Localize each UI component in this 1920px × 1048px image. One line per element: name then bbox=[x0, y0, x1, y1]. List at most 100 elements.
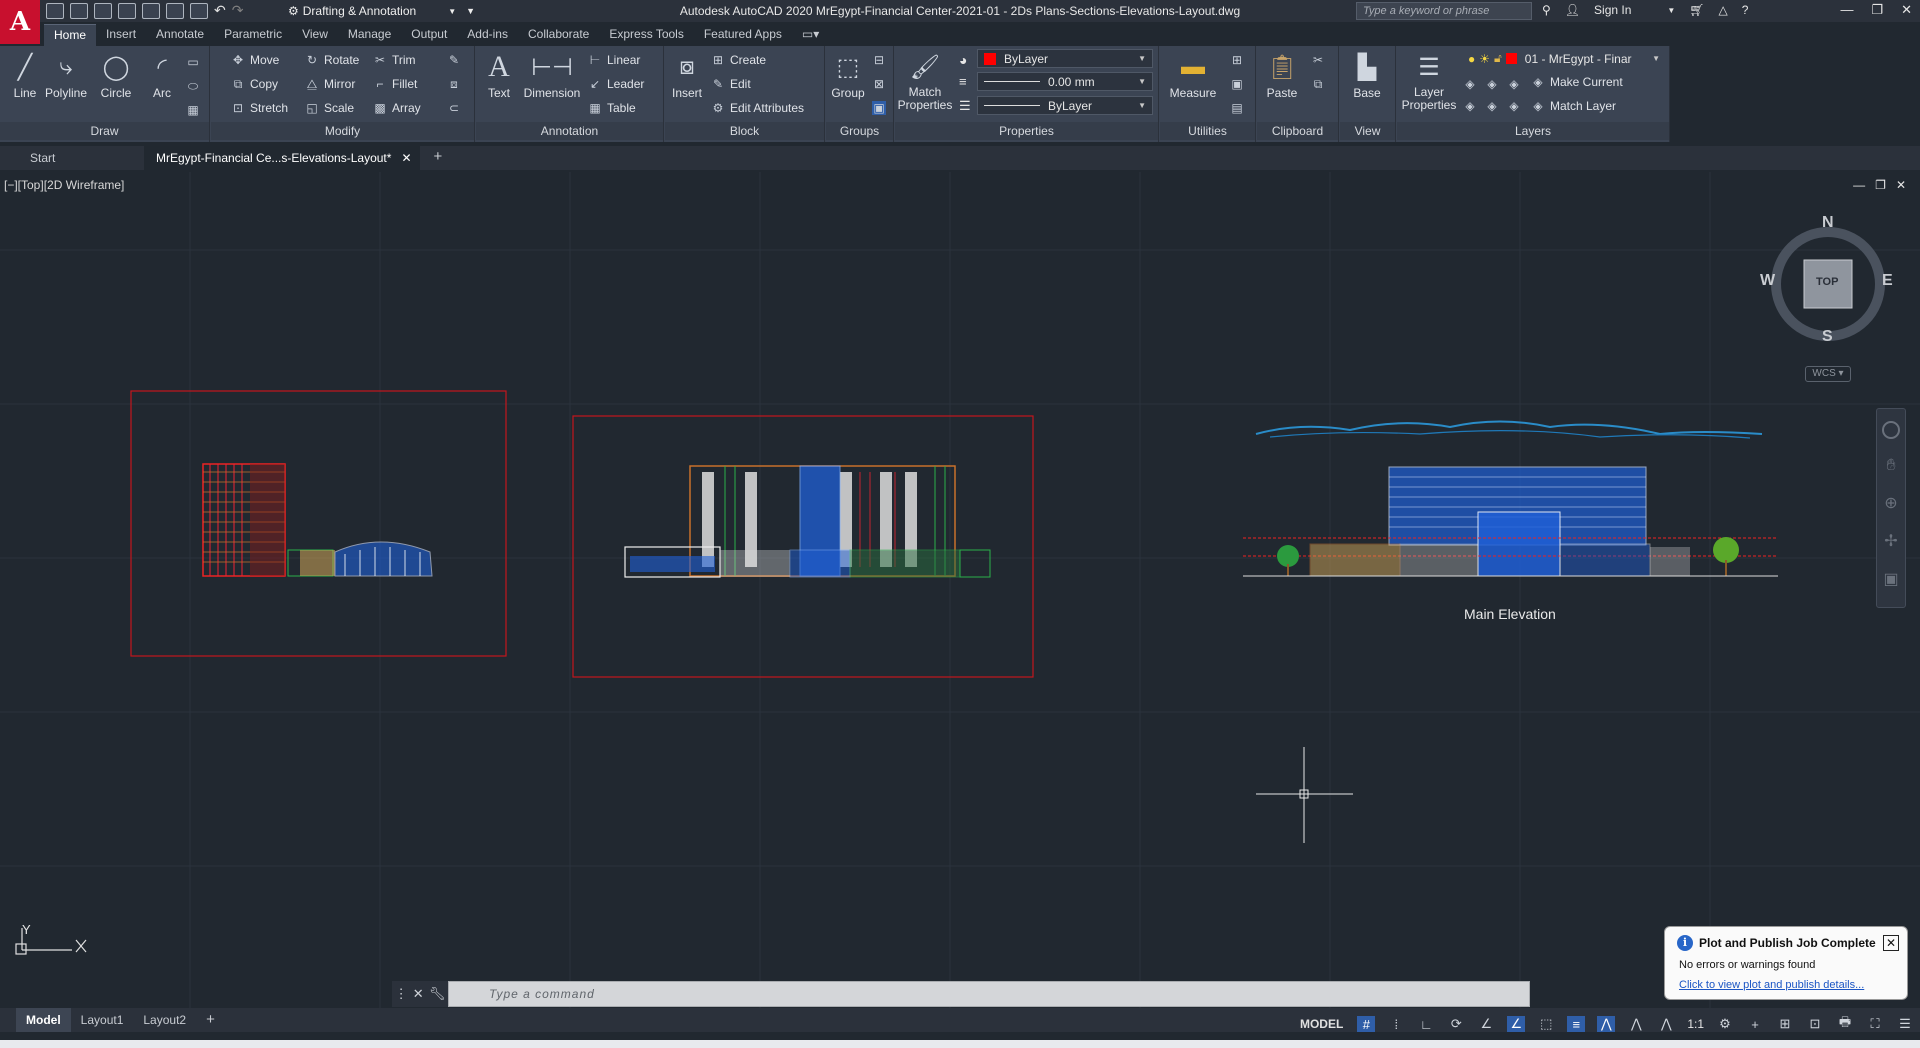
linetype-dropdown[interactable]: ByLayer ▼ bbox=[977, 96, 1153, 115]
array-button[interactable]: ▩ Array bbox=[373, 98, 420, 118]
circle-button[interactable]: ◯ Circle bbox=[92, 50, 140, 101]
ribbon-display-toggle-icon[interactable]: ▭▾ bbox=[792, 24, 829, 46]
lineweight-dropdown[interactable]: 0.00 mm ▼ bbox=[977, 72, 1153, 91]
new-tab-button[interactable]: + bbox=[420, 146, 459, 170]
viewcube-top-face[interactable]: TOP bbox=[1816, 276, 1838, 288]
clean-screen-icon[interactable]: ⛶ bbox=[1866, 1016, 1884, 1032]
copy-clip-icon[interactable]: ⧉ bbox=[1311, 74, 1325, 94]
viewport-controls-label[interactable]: [−][Top][2D Wireframe] bbox=[4, 178, 124, 192]
cart-icon[interactable]: 🛒︎ bbox=[1689, 3, 1704, 17]
viewcube[interactable]: N S E W TOP bbox=[1758, 214, 1898, 354]
orbit-icon[interactable]: ✢ bbox=[1877, 531, 1905, 551]
new-file-icon[interactable] bbox=[46, 2, 64, 19]
measure-button[interactable]: ▬ Measure bbox=[1162, 50, 1224, 100]
panel-title-block[interactable]: Block bbox=[665, 122, 824, 140]
layer-isolate-icon[interactable]: ◈ bbox=[1485, 74, 1499, 94]
group-select-icon[interactable]: ▣ bbox=[872, 98, 886, 118]
redo-icon[interactable]: ↷ bbox=[232, 2, 244, 19]
zoom-extents-icon[interactable]: ⊕ bbox=[1877, 493, 1905, 513]
erase-icon[interactable]: ✎ bbox=[447, 50, 461, 70]
save-web-icon[interactable] bbox=[166, 2, 184, 19]
tab-annotate[interactable]: Annotate bbox=[146, 24, 214, 46]
text-button[interactable]: A Text bbox=[476, 50, 522, 100]
qat-customize-icon[interactable]: ▼ bbox=[466, 6, 475, 16]
osnap-tracking-icon[interactable]: ∠ bbox=[1477, 1016, 1495, 1032]
layer-unisolate-icon[interactable]: ◈ bbox=[1485, 96, 1499, 116]
viewport-restore-icon[interactable]: ❐ bbox=[1875, 178, 1886, 192]
panel-title-utilities[interactable]: Utilities bbox=[1160, 122, 1255, 140]
file-tab-active[interactable]: MrEgypt-Financial Ce...s-Elevations-Layo… bbox=[144, 146, 420, 170]
tab-insert[interactable]: Insert bbox=[96, 24, 146, 46]
layer-thaw-icon[interactable]: ◈ bbox=[1507, 96, 1521, 116]
tab-home[interactable]: Home bbox=[44, 24, 97, 46]
trim-button[interactable]: ✂ Trim bbox=[373, 50, 416, 70]
match-layer-button[interactable]: ◈ Match Layer bbox=[1531, 96, 1616, 116]
compass-south[interactable]: S bbox=[1822, 328, 1833, 346]
panel-title-clipboard[interactable]: Clipboard bbox=[1257, 122, 1338, 140]
compass-east[interactable]: E bbox=[1882, 272, 1893, 290]
tab-collaborate[interactable]: Collaborate bbox=[518, 24, 599, 46]
dimension-button[interactable]: ⊢⊣ Dimension bbox=[520, 50, 584, 101]
layer-lock-icon[interactable]: ◈ bbox=[1463, 96, 1477, 116]
group-edit-icon[interactable]: ⊠ bbox=[872, 74, 886, 94]
edit-block-button[interactable]: ✎ Edit bbox=[711, 74, 751, 94]
viewport-minimize-icon[interactable]: — bbox=[1853, 178, 1865, 192]
arc-button[interactable]: ◜ Arc bbox=[138, 50, 186, 101]
customize-wrench-icon[interactable]: 🔧︎ bbox=[429, 986, 446, 1002]
pan-icon[interactable]: ✋︎ bbox=[1877, 457, 1905, 475]
cut-icon[interactable]: ✂ bbox=[1311, 50, 1325, 70]
annotation-visibility-icon[interactable]: ⋀ bbox=[1597, 1016, 1616, 1032]
tab-add-ins[interactable]: Add-ins bbox=[457, 24, 518, 46]
explode-icon[interactable]: ⧈ bbox=[447, 74, 461, 94]
lineweight-toggle-icon[interactable]: ∠ bbox=[1507, 1016, 1526, 1032]
color-dropdown[interactable]: ByLayer ▼ bbox=[977, 49, 1153, 68]
drawing-viewport[interactable]: [−][Top][2D Wireframe] — ❐ ✕ N S E W TOP… bbox=[0, 172, 1920, 1008]
insert-block-button[interactable]: ⧇ Insert bbox=[665, 50, 709, 100]
polar-icon[interactable]: ⟳ bbox=[1447, 1016, 1465, 1032]
group-button[interactable]: ⬚ Group bbox=[826, 50, 870, 101]
undo-icon[interactable]: ↶ bbox=[214, 2, 226, 19]
tab-output[interactable]: Output bbox=[401, 24, 457, 46]
panel-title-annotation[interactable]: Annotation bbox=[476, 122, 663, 140]
plot-icon[interactable] bbox=[190, 2, 208, 19]
rotate-button[interactable]: ↻ Rotate bbox=[305, 50, 359, 70]
make-current-button[interactable]: ◈ Make Current bbox=[1531, 72, 1622, 92]
save-icon[interactable] bbox=[94, 2, 112, 19]
layer-dropdown[interactable]: ● ☀ 🔓︎ 01 - MrEgypt - Finar ▼ bbox=[1461, 49, 1667, 68]
open-file-icon[interactable] bbox=[70, 2, 88, 19]
match-properties-button[interactable]: 🖌︎ Match Properties bbox=[897, 50, 953, 112]
tab-layout1[interactable]: Layout1 bbox=[71, 1008, 134, 1032]
close-notification-icon[interactable]: ✕ bbox=[1883, 935, 1899, 951]
restore-icon[interactable]: ❐ bbox=[1871, 2, 1883, 18]
application-menu-button[interactable]: A bbox=[0, 0, 40, 44]
panel-title-properties[interactable]: Properties bbox=[895, 122, 1158, 140]
command-input[interactable]: Type a command bbox=[448, 981, 1530, 1007]
compass-north[interactable]: N bbox=[1822, 214, 1834, 232]
leader-button[interactable]: ↙ Leader bbox=[588, 74, 644, 94]
fillet-button[interactable]: ⌐ Fillet bbox=[373, 74, 417, 94]
add-layout-button[interactable]: + bbox=[196, 1008, 225, 1032]
layer-freeze-icon[interactable]: ◈ bbox=[1507, 74, 1521, 94]
scale-dropdown[interactable]: 1:1 bbox=[1687, 1017, 1704, 1031]
snap-icon[interactable]: ⁞ bbox=[1387, 1016, 1405, 1032]
linear-dimension-button[interactable]: ⊢ Linear bbox=[588, 50, 641, 70]
polyline-button[interactable]: ⤷ Polyline bbox=[42, 50, 90, 100]
help-search-input[interactable]: Type a keyword or phrase bbox=[1356, 2, 1532, 20]
base-view-button[interactable]: ▙ Base bbox=[1342, 50, 1392, 101]
panel-title-groups[interactable]: Groups bbox=[826, 122, 893, 140]
paste-button[interactable]: 📋︎ Paste bbox=[1257, 50, 1307, 101]
annotation-scale-icon[interactable]: ⋀ bbox=[1657, 1016, 1675, 1032]
dynamic-ucs-icon[interactable]: ≡ bbox=[1567, 1016, 1586, 1032]
save-as-icon[interactable] bbox=[118, 2, 136, 19]
binoculars-icon[interactable]: ⚲ bbox=[1542, 3, 1551, 17]
panel-title-view[interactable]: View bbox=[1340, 122, 1395, 140]
mirror-button[interactable]: ⧋ Mirror bbox=[305, 74, 356, 94]
annotation-monitor-icon[interactable]: + bbox=[1746, 1016, 1764, 1032]
create-block-button[interactable]: ⊞ Create bbox=[711, 50, 766, 70]
tab-express-tools[interactable]: Express Tools bbox=[599, 24, 693, 46]
offset-icon[interactable]: ⊂ bbox=[447, 98, 461, 118]
ungroup-icon[interactable]: ⊟ bbox=[872, 50, 886, 70]
wcs-dropdown[interactable]: WCS ▾ bbox=[1805, 366, 1851, 382]
drawing-canvas[interactable] bbox=[0, 172, 1920, 1008]
layer-off-icon[interactable]: ◈ bbox=[1463, 74, 1477, 94]
